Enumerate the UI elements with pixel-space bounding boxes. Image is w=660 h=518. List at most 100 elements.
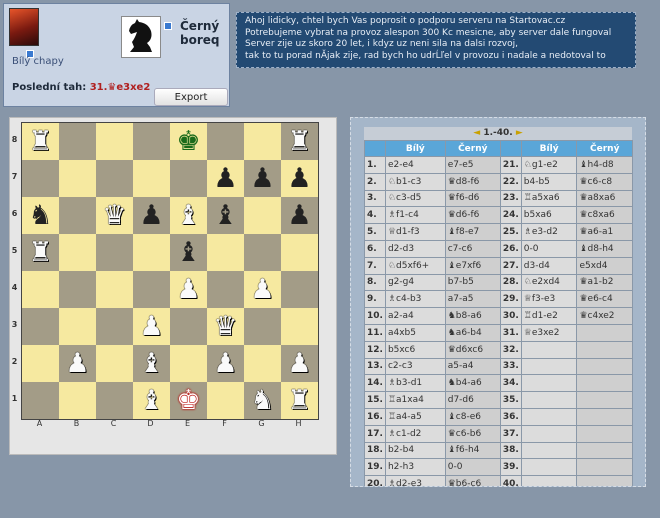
move-cell[interactable]: b5xa6 — [520, 206, 578, 225]
square-a8[interactable]: ♜ — [22, 123, 59, 160]
move-cell[interactable]: ♕d1-f3 — [384, 223, 446, 241]
white-player-name[interactable]: Bílý chapy — [12, 56, 64, 67]
move-cell[interactable]: ♘g1-e2 — [520, 156, 578, 174]
chess-piece-icon[interactable]: ♛ — [102, 202, 126, 229]
chess-piece-icon[interactable]: ♛ — [213, 313, 237, 340]
move-cell[interactable]: e5xd4 — [576, 256, 633, 275]
move-cell[interactable] — [520, 391, 578, 409]
move-cell[interactable]: ♝d8-h4 — [576, 239, 633, 258]
move-cell[interactable] — [576, 407, 633, 426]
prev-page-icon[interactable]: ◄ — [473, 128, 480, 138]
move-cell[interactable]: ♛c4xe2 — [576, 307, 633, 325]
square-c5[interactable] — [96, 234, 133, 271]
square-b3[interactable] — [59, 308, 96, 345]
move-cell[interactable]: ♝f6-h4 — [444, 441, 501, 460]
move-cell[interactable]: ♛a1-b2 — [576, 273, 633, 292]
move-cell[interactable]: g2-g4 — [384, 273, 446, 292]
black-player-name[interactable]: Černý boreq — [180, 19, 230, 47]
square-h7[interactable]: ♟ — [281, 160, 318, 197]
move-cell[interactable] — [576, 441, 633, 460]
move-cell[interactable]: ♛b6-c6 — [444, 475, 501, 486]
square-f8[interactable] — [207, 123, 244, 160]
move-cell[interactable]: a4xb5 — [384, 323, 446, 342]
move-cell[interactable]: ♛c8xa6 — [576, 206, 633, 225]
move-cell[interactable] — [576, 391, 633, 409]
square-a1[interactable] — [22, 382, 59, 419]
move-cell[interactable] — [520, 407, 578, 426]
chess-piece-icon[interactable]: ♚ — [176, 128, 200, 155]
move-cell[interactable]: a5-a4 — [444, 357, 501, 376]
move-cell[interactable]: ♝h4-d8 — [576, 156, 633, 174]
move-cell[interactable]: h2-h3 — [384, 458, 446, 477]
move-cell[interactable]: ♖a1xa4 — [384, 391, 446, 409]
square-b8[interactable] — [59, 123, 96, 160]
chess-piece-icon[interactable]: ♞ — [28, 202, 52, 229]
move-cell[interactable] — [576, 475, 633, 486]
chess-piece-icon[interactable]: ♜ — [28, 128, 52, 155]
square-g3[interactable] — [244, 308, 281, 345]
square-d7[interactable] — [133, 160, 170, 197]
move-cell[interactable]: ♛d8-f6 — [444, 172, 501, 191]
square-a2[interactable] — [22, 345, 59, 382]
move-cell[interactable]: d2-d3 — [384, 239, 446, 258]
square-a6[interactable]: ♞ — [22, 197, 59, 234]
chess-piece-icon[interactable]: ♜ — [28, 239, 52, 266]
move-cell[interactable]: ♝f8-e7 — [444, 223, 501, 241]
square-f1[interactable] — [207, 382, 244, 419]
chess-piece-icon[interactable]: ♟ — [139, 202, 163, 229]
move-cell[interactable]: ♗d2-e3 — [384, 475, 446, 486]
move-cell[interactable]: ♛a6-a1 — [576, 223, 633, 241]
square-c3[interactable] — [96, 308, 133, 345]
move-cell[interactable]: ♛d6-f6 — [444, 206, 501, 225]
chess-piece-icon[interactable]: ♝ — [139, 387, 163, 414]
move-cell[interactable]: ♛c6-c8 — [576, 172, 633, 191]
move-cell[interactable] — [520, 441, 578, 460]
square-g7[interactable]: ♟ — [244, 160, 281, 197]
square-e2[interactable] — [170, 345, 207, 382]
move-cell[interactable]: ♗f1-c4 — [384, 206, 446, 225]
square-h4[interactable] — [281, 271, 318, 308]
square-c4[interactable] — [96, 271, 133, 308]
move-cell[interactable] — [576, 340, 633, 359]
move-cell[interactable] — [520, 374, 578, 393]
square-c7[interactable] — [96, 160, 133, 197]
square-g8[interactable] — [244, 123, 281, 160]
square-d8[interactable] — [133, 123, 170, 160]
move-cell[interactable]: d3-d4 — [520, 256, 578, 275]
square-f2[interactable]: ♟ — [207, 345, 244, 382]
square-f6[interactable]: ♝ — [207, 197, 244, 234]
move-cell[interactable]: ♗e3-d2 — [520, 223, 578, 241]
export-button[interactable]: Export — [154, 88, 228, 106]
chess-piece-icon[interactable]: ♚ — [176, 387, 200, 414]
square-g2[interactable] — [244, 345, 281, 382]
move-cell[interactable] — [520, 357, 578, 376]
square-h6[interactable]: ♟ — [281, 197, 318, 234]
square-b2[interactable]: ♟ — [59, 345, 96, 382]
square-a7[interactable] — [22, 160, 59, 197]
move-cell[interactable]: ♛a8xa6 — [576, 189, 633, 208]
square-f5[interactable] — [207, 234, 244, 271]
move-cell[interactable]: ♞b8-a6 — [444, 307, 501, 325]
square-b4[interactable] — [59, 271, 96, 308]
chess-piece-icon[interactable]: ♞ — [250, 387, 274, 414]
move-cell[interactable]: b7-b5 — [444, 273, 501, 292]
move-cell[interactable]: ♛f6-d6 — [444, 189, 501, 208]
move-cell[interactable] — [576, 424, 633, 443]
chess-piece-icon[interactable]: ♜ — [287, 387, 311, 414]
square-e3[interactable] — [170, 308, 207, 345]
square-b6[interactable] — [59, 197, 96, 234]
chess-piece-icon[interactable]: ♟ — [65, 350, 89, 377]
square-f7[interactable]: ♟ — [207, 160, 244, 197]
chess-piece-icon[interactable]: ♜ — [287, 128, 311, 155]
square-c8[interactable] — [96, 123, 133, 160]
move-cell[interactable] — [520, 424, 578, 443]
move-cell[interactable] — [576, 323, 633, 342]
move-cell[interactable] — [576, 458, 633, 477]
square-a4[interactable] — [22, 271, 59, 308]
square-d5[interactable] — [133, 234, 170, 271]
move-cell[interactable]: ♗c4-b3 — [384, 290, 446, 309]
square-e5[interactable]: ♝ — [170, 234, 207, 271]
move-cell[interactable]: ♝e7xf6 — [444, 256, 501, 275]
square-a3[interactable] — [22, 308, 59, 345]
square-g5[interactable] — [244, 234, 281, 271]
